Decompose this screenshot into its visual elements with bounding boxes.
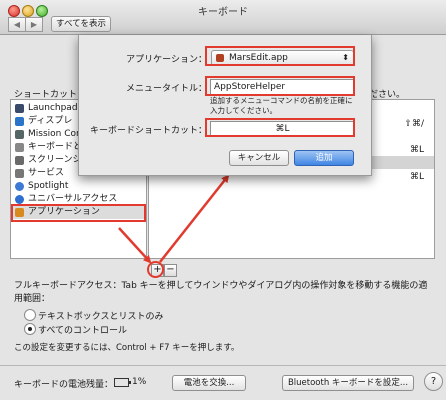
battery-value: 1%	[132, 377, 147, 387]
battery-label: キーボードの電池残量：	[14, 380, 114, 390]
highlight-add-button	[147, 261, 164, 278]
menu-title-hint: 追加するメニューコマンドの名前を正確に入力してください。	[210, 96, 353, 115]
control-f7-note: この設定を変更するには、Control + F7 キーを押します。	[14, 343, 240, 353]
remove-shortcut-button[interactable]: −	[164, 264, 177, 277]
highlight-app-shortcuts	[11, 204, 146, 222]
menu-title-label: メニュータイトル：	[125, 84, 207, 94]
title-bar: キーボード ◀ ▶ すべてを表示	[0, 0, 446, 35]
bluetooth-setup-button[interactable]: Bluetooth キーボードを設定...	[282, 375, 414, 391]
application-label: アプリケーション：	[126, 55, 207, 65]
keyboard-icon	[15, 143, 24, 152]
screenshot-icon	[15, 156, 24, 165]
launchpad-icon	[15, 104, 24, 113]
spotlight-icon	[15, 182, 24, 191]
keyboard-shortcut-label: キーボードショートカット：	[89, 126, 207, 136]
add-button[interactable]: 追加	[294, 150, 354, 166]
display-icon	[15, 117, 24, 126]
footer-divider	[0, 365, 446, 366]
highlight-shortcut-field	[205, 118, 355, 137]
show-all-button[interactable]: すべてを表示	[51, 16, 111, 32]
highlight-application-popup	[205, 46, 355, 66]
radio-label-all-controls: すべてのコントロール	[38, 326, 128, 336]
radio-text-boxes-lists[interactable]	[24, 309, 36, 321]
cancel-button[interactable]: キャンセル	[229, 150, 289, 166]
forward-button[interactable]: ▶	[25, 17, 43, 32]
full-keyboard-access-text: フルキーボードアクセス：Tab キーを押してウインドウやダイアログ内の操作対象を…	[14, 281, 428, 304]
accessibility-icon	[15, 195, 24, 204]
mission-control-icon	[15, 130, 24, 139]
gear-icon	[15, 169, 24, 178]
change-battery-button[interactable]: 電池を交換...	[172, 375, 246, 391]
radio-all-controls[interactable]	[24, 323, 36, 335]
battery-icon	[114, 378, 131, 387]
back-button[interactable]: ◀	[8, 17, 26, 32]
radio-label-text-boxes-lists: テキストボックスとリストのみ	[38, 312, 164, 322]
highlight-menu-title-field	[205, 76, 355, 96]
category-item-spotlight[interactable]: Spotlight	[11, 180, 146, 193]
help-button[interactable]: ?	[424, 372, 443, 391]
